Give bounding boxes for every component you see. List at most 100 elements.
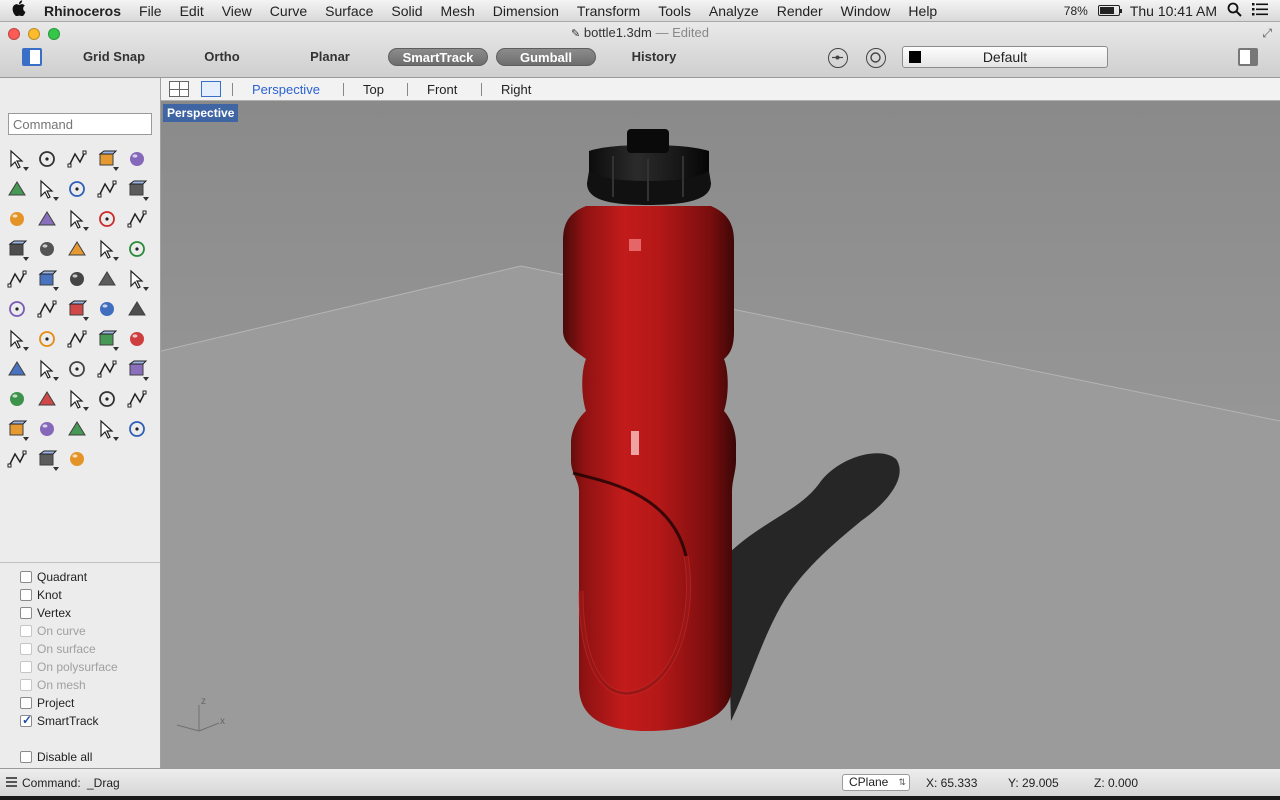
curve-icon[interactable] (92, 144, 122, 174)
menu-render[interactable]: Render (768, 3, 832, 19)
osnap-vertex[interactable]: Vertex (20, 604, 118, 622)
polyline-icon[interactable] (62, 144, 92, 174)
group-icon[interactable] (32, 264, 62, 294)
split-icon[interactable] (92, 234, 122, 264)
join-icon[interactable] (122, 234, 152, 264)
notification-center-icon[interactable] (1252, 2, 1268, 19)
menu-solid[interactable]: Solid (382, 3, 431, 19)
four-viewport-layout-icon[interactable] (169, 81, 189, 97)
circle-icon[interactable] (122, 144, 152, 174)
lights-icon[interactable] (92, 384, 122, 414)
disable-all-checkbox[interactable] (20, 751, 32, 763)
car-render-icon[interactable] (32, 384, 62, 414)
battery-percent[interactable]: 78% (1064, 4, 1088, 18)
mirror-icon[interactable] (62, 294, 92, 324)
spotlight-search-icon[interactable] (1227, 2, 1242, 20)
menu-surface[interactable]: Surface (316, 3, 382, 19)
text-icon[interactable] (122, 264, 152, 294)
rebuild-icon[interactable] (92, 264, 122, 294)
single-viewport-layout-icon[interactable] (201, 81, 221, 97)
arc-icon[interactable] (32, 174, 62, 204)
menu-view[interactable]: View (213, 3, 261, 19)
sidebar-toggle-button[interactable] (22, 48, 42, 66)
solid-edit-icon[interactable] (92, 294, 122, 324)
boolean-union-icon[interactable] (2, 264, 32, 294)
explode-icon[interactable] (32, 234, 62, 264)
menu-dimension[interactable]: Dimension (484, 3, 568, 19)
battery-icon[interactable] (1097, 5, 1122, 16)
history-button[interactable]: History (626, 48, 682, 66)
cplane-icon[interactable] (62, 444, 92, 474)
menu-window[interactable]: Window (832, 3, 900, 19)
grid-array-icon[interactable] (2, 324, 32, 354)
osnap-disable-all[interactable]: Disable all (20, 748, 118, 766)
ellipse-icon[interactable] (2, 174, 32, 204)
transform-icon[interactable] (2, 294, 32, 324)
menu-edit[interactable]: Edit (171, 3, 213, 19)
menu-help[interactable]: Help (899, 3, 946, 19)
box-icon[interactable] (62, 204, 92, 234)
rectangle-icon[interactable] (62, 174, 92, 204)
paint-icon[interactable] (2, 354, 32, 384)
osnap-smarttrack-checkbox[interactable] (20, 713, 32, 727)
fillet-edge-icon[interactable] (62, 264, 92, 294)
command-input[interactable] (8, 113, 152, 135)
osnap-project-checkbox[interactable] (20, 697, 32, 709)
grid-snap-button[interactable]: Grid Snap (80, 48, 148, 66)
osnap-project[interactable]: Project (20, 694, 118, 712)
layer-icon[interactable] (32, 324, 62, 354)
select-arrow-icon[interactable] (2, 144, 32, 174)
menu-file[interactable]: File (130, 3, 171, 19)
check-icon[interactable] (92, 324, 122, 354)
material-icon[interactable] (62, 384, 92, 414)
gumball-button[interactable]: Gumball (496, 48, 596, 66)
ortho-button[interactable]: Ortho (198, 48, 246, 66)
menu-tools[interactable]: Tools (649, 3, 700, 19)
zoom-selected-icon[interactable] (122, 354, 152, 384)
light-bulb-icon[interactable] (122, 384, 152, 414)
fillet-curve-icon[interactable] (122, 174, 152, 204)
menu-curve[interactable]: Curve (261, 3, 316, 19)
clock[interactable]: Thu 10:41 AM (1130, 3, 1217, 19)
dimension-icon[interactable] (122, 294, 152, 324)
cylinder-icon[interactable] (122, 204, 152, 234)
tab-top[interactable]: Top (363, 82, 384, 97)
analyze-mesh-icon[interactable] (122, 324, 152, 354)
color-wheel-icon[interactable] (62, 414, 92, 444)
fullscreen-icon[interactable]: ⤢ (1262, 26, 1272, 41)
menu-analyze[interactable]: Analyze (700, 3, 768, 19)
cone-icon[interactable] (32, 444, 62, 474)
smarttrack-button[interactable]: SmartTrack (388, 48, 488, 66)
zoom-window-icon[interactable] (62, 354, 92, 384)
cplane-select[interactable]: CPlane (842, 774, 910, 791)
wireframe-sphere-icon[interactable] (92, 414, 122, 444)
osnap-target-icon[interactable] (866, 48, 886, 68)
sphere-icon[interactable] (92, 204, 122, 234)
render-sphere-icon[interactable] (2, 444, 32, 474)
osnap-vertex-checkbox[interactable] (20, 607, 32, 619)
perspective-viewport[interactable]: Perspective z x (161, 101, 1280, 768)
point-icon[interactable] (32, 144, 62, 174)
menu-mesh[interactable]: Mesh (432, 3, 484, 19)
osnap-knot[interactable]: Knot (20, 586, 118, 604)
zoom-extents-icon[interactable] (92, 354, 122, 384)
zoom-icon[interactable] (32, 354, 62, 384)
tab-front[interactable]: Front (427, 82, 457, 97)
properties-icon[interactable] (62, 324, 92, 354)
viewport-title-label[interactable]: Perspective (163, 104, 239, 122)
planar-button[interactable]: Planar (306, 48, 354, 66)
shaded-sphere-icon[interactable] (122, 414, 152, 444)
apple-logo-icon[interactable] (0, 0, 38, 21)
extrude-surface-icon[interactable] (32, 204, 62, 234)
osnap-knot-checkbox[interactable] (20, 589, 32, 601)
menu-transform[interactable]: Transform (568, 3, 649, 19)
polygon-icon[interactable] (92, 174, 122, 204)
tab-perspective[interactable]: Perspective (252, 82, 320, 97)
rotate-view-icon[interactable] (2, 384, 32, 414)
surface-from-points-icon[interactable] (2, 204, 32, 234)
current-layer-dropdown[interactable]: Default (902, 46, 1108, 68)
osnap-quadrant-checkbox[interactable] (20, 571, 32, 583)
plane-surface-icon[interactable] (2, 234, 32, 264)
array-icon[interactable] (32, 294, 62, 324)
lock-icon[interactable] (2, 414, 32, 444)
